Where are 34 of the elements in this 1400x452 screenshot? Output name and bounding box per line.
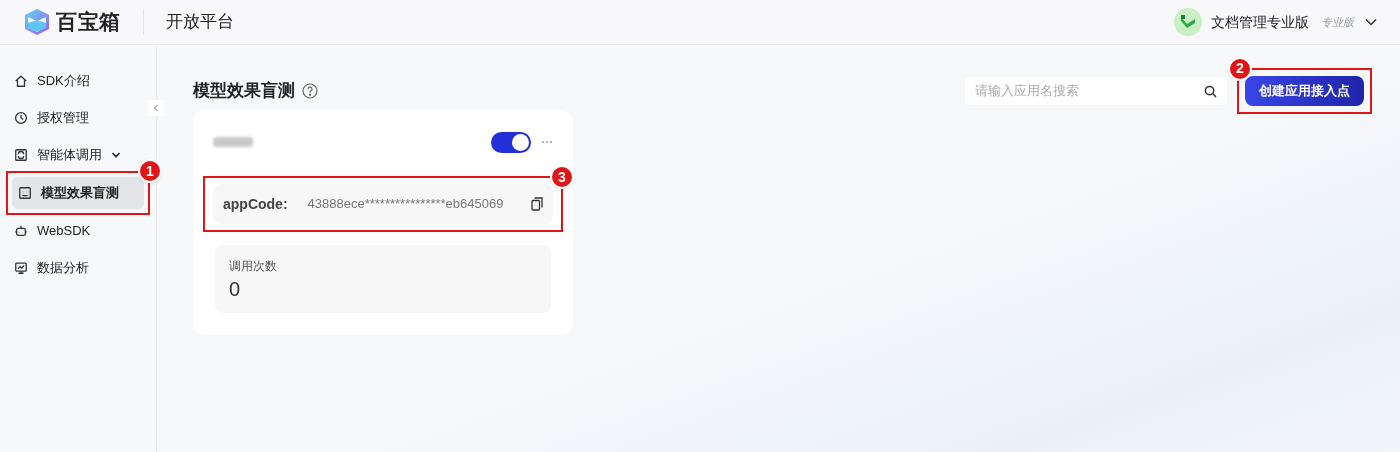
sidebar-item[interactable]: WebSDK: [8, 215, 148, 247]
copy-icon[interactable]: [531, 197, 543, 211]
search-field[interactable]: 请输入应用名搜索: [965, 76, 1227, 105]
page-title: 模型效果盲测: [193, 79, 295, 102]
refresh-icon: [14, 148, 28, 162]
annotation-badge: 2: [1228, 56, 1252, 81]
home-icon: [14, 74, 28, 88]
redacted-text: [213, 137, 253, 147]
stat-value: 0: [229, 277, 242, 302]
search-icon[interactable]: [1204, 84, 1217, 98]
annotation-badge: 3: [550, 165, 574, 189]
clock-icon: [14, 111, 28, 125]
face-icon: [18, 186, 32, 200]
stat-label: 调用次数: [229, 258, 278, 275]
annotation-badge: 1: [138, 159, 162, 183]
chart-icon: [14, 261, 28, 275]
app-code-label: appCode:: [223, 194, 288, 214]
sidebar-item[interactable]: 授权管理: [8, 102, 148, 134]
toggle-switch[interactable]: [491, 131, 531, 153]
help-icon[interactable]: [302, 82, 318, 99]
sidebar-item[interactable]: 模型效果盲测: [12, 177, 144, 209]
account-name: 文档管理专业版: [1211, 12, 1309, 32]
platform-title: 开放平台: [165, 11, 234, 34]
chevron-down-icon: [111, 150, 121, 160]
chevron-left-icon: [153, 104, 159, 112]
robot-icon: [14, 224, 28, 238]
logo-icon: [22, 7, 52, 37]
sidebar-item[interactable]: SDK介绍: [8, 65, 148, 97]
avatar-icon: [1179, 14, 1197, 30]
app-code-value: 43888ece****************eb645069: [307, 195, 504, 214]
sidebar-item[interactable]: 数据分析: [8, 252, 148, 284]
logo-text: 百宝箱: [56, 9, 121, 36]
plan-label: 专业版: [1321, 14, 1354, 30]
create-app-button[interactable]: 创建应用接入点: [1245, 75, 1364, 106]
